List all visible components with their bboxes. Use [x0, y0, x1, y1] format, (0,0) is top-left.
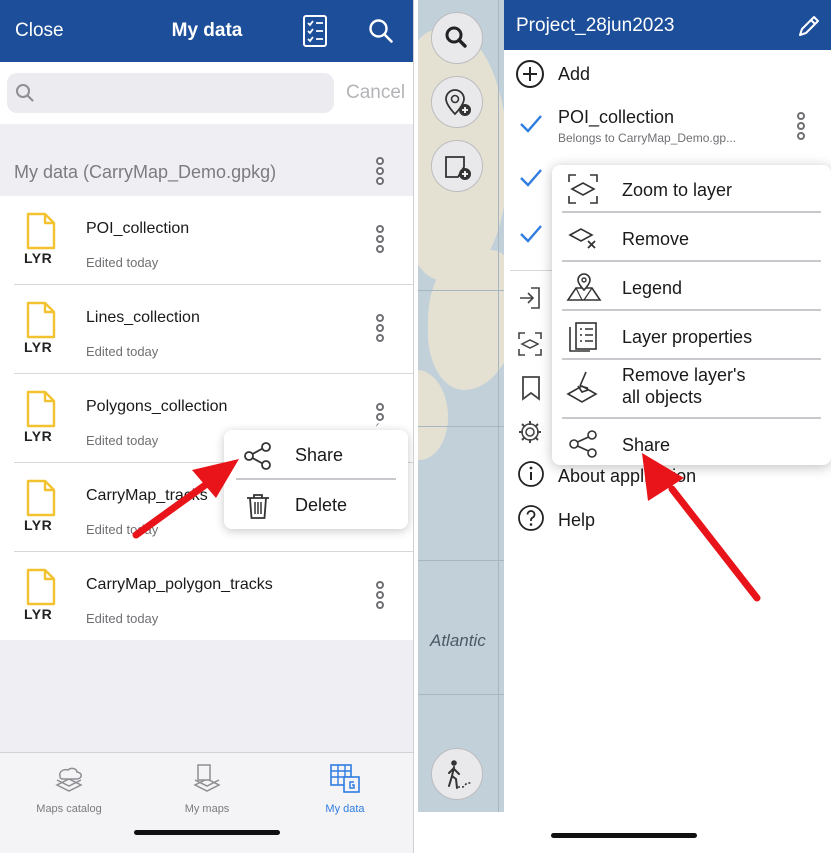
project-screen: Atlantic Project_28jun2023 Add POI_colle…	[418, 0, 831, 853]
header-bar: Close My data	[0, 0, 413, 62]
check-icon[interactable]	[519, 168, 543, 188]
tab-bar: Maps catalog My maps My data	[0, 752, 413, 853]
layer-file-icon: LYR	[24, 390, 60, 446]
layer-file-icon: LYR	[24, 212, 60, 268]
my-maps-icon	[193, 764, 221, 792]
section-more-icon[interactable]	[375, 157, 385, 187]
popup-delete-item[interactable]: Delete	[224, 480, 408, 529]
check-icon[interactable]	[519, 224, 543, 244]
layer-name: Lines_collection	[86, 309, 200, 326]
layer-name: POI_collection	[86, 220, 190, 237]
layer-name: Polygons_collection	[86, 398, 228, 415]
add-layer-button[interactable]: Add	[504, 56, 831, 92]
tab-my-maps[interactable]: My maps	[138, 761, 276, 821]
project-header: Project_28jun2023	[504, 0, 831, 50]
trash-icon	[247, 494, 269, 519]
remove-all-objects-item[interactable]: Remove layer's all objects	[552, 361, 831, 419]
layer-file-icon: LYR	[24, 568, 60, 624]
share-item[interactable]: Share	[552, 420, 831, 468]
layer-properties-item[interactable]: Layer properties	[552, 312, 831, 360]
layer-edited: Edited today	[86, 433, 159, 448]
remove-icon	[568, 228, 596, 249]
tab-maps-catalog[interactable]: Maps catalog	[0, 761, 138, 821]
search-icon[interactable]	[368, 18, 394, 49]
my-data-icon	[330, 764, 360, 793]
more-options-icon[interactable]	[375, 314, 385, 344]
layer-edited: Edited today	[86, 611, 159, 626]
layer-properties-icon	[569, 322, 597, 352]
project-layer-source: Belongs to CarryMap_Demo.gp...	[558, 131, 737, 145]
my-data-screen: Close My data Cancel My data (CarryMap_D…	[0, 0, 414, 853]
maps-catalog-icon	[55, 767, 83, 792]
page-title: My data	[171, 20, 243, 41]
plus-circle-icon	[516, 60, 544, 88]
layer-file-icon: LYR	[24, 301, 60, 357]
project-layer-item[interactable]: POI_collection Belongs to CarryMap_Demo.…	[504, 100, 831, 152]
layer-context-menu: Zoom to layer Remove Legend Layer proper…	[552, 165, 831, 465]
check-icon[interactable]	[519, 114, 543, 134]
home-indicator	[551, 833, 697, 838]
layer-name: CarryMap_tracks	[86, 487, 208, 504]
track-walker-icon	[448, 760, 472, 789]
map-label: Atlantic	[430, 631, 486, 650]
home-indicator	[134, 830, 280, 835]
section-header: My data (CarryMap_Demo.gpkg)	[0, 148, 413, 196]
layer-popup-menu: Share Delete	[224, 430, 408, 529]
add-point-button[interactable]	[431, 76, 483, 128]
track-button[interactable]	[431, 748, 483, 800]
gear-icon[interactable]	[517, 419, 543, 445]
help-item[interactable]: Help	[504, 500, 831, 540]
remove-item[interactable]: Remove	[552, 214, 831, 262]
more-options-icon[interactable]	[375, 225, 385, 255]
screenshot-root: Close My data Cancel My data (CarryMap_D…	[0, 0, 831, 853]
layer-list: LYR POI_collection Edited today LYR Line…	[0, 196, 413, 641]
more-options-icon[interactable]	[375, 581, 385, 611]
share-icon	[569, 430, 597, 458]
layer-edited: Edited today	[86, 522, 159, 537]
list-item[interactable]: LYR CarryMap_polygon_tracks Edited today	[0, 552, 413, 641]
layer-name: CarryMap_polygon_tracks	[86, 576, 273, 593]
legend-icon	[566, 273, 602, 301]
zoom-to-layer-item[interactable]: Zoom to layer	[552, 165, 831, 213]
search-input[interactable]	[7, 73, 334, 113]
add-polygon-button[interactable]	[431, 140, 483, 192]
cancel-button[interactable]: Cancel	[346, 82, 405, 104]
layer-edited: Edited today	[86, 255, 159, 270]
info-icon	[518, 461, 544, 487]
search-icon	[445, 26, 467, 48]
search-field-icon	[16, 84, 34, 102]
extent-icon[interactable]	[517, 331, 543, 357]
zoom-to-layer-icon	[568, 174, 598, 204]
add-point-icon	[445, 89, 471, 116]
list-item[interactable]: LYR Lines_collection Edited today	[0, 285, 413, 374]
more-options-icon[interactable]	[796, 112, 806, 142]
layer-file-icon: LYR	[24, 479, 60, 535]
popup-share-item[interactable]: Share	[224, 430, 408, 479]
share-icon	[244, 442, 271, 470]
section-title: My data (CarryMap_Demo.gpkg)	[14, 162, 277, 182]
import-icon[interactable]	[517, 285, 543, 311]
checklist-icon[interactable]	[302, 14, 328, 53]
list-item[interactable]: LYR POI_collection Edited today	[0, 196, 413, 285]
clear-objects-icon	[566, 371, 598, 403]
bookmark-icon[interactable]	[520, 375, 542, 401]
legend-item[interactable]: Legend	[552, 263, 831, 311]
map-view[interactable]: Atlantic	[418, 0, 504, 812]
layer-edited: Edited today	[86, 344, 159, 359]
tab-my-data[interactable]: My data	[276, 761, 413, 821]
pencil-icon[interactable]	[797, 14, 821, 38]
project-title: Project_28jun2023	[516, 15, 675, 36]
help-icon	[518, 505, 544, 531]
search-bar: Cancel	[0, 62, 413, 124]
add-polygon-icon	[445, 156, 471, 180]
map-search-button[interactable]	[431, 12, 483, 64]
project-layer-name: POI_collection	[558, 107, 675, 127]
